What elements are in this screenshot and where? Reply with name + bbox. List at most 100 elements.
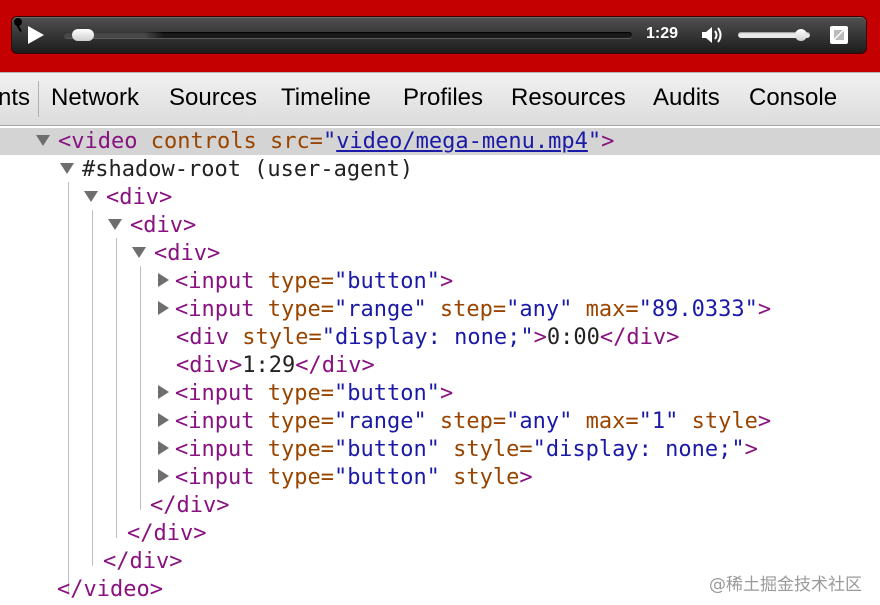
tab-divider	[38, 81, 39, 117]
expand-arrow-icon[interactable]	[84, 190, 98, 202]
expand-arrow-icon[interactable]	[108, 218, 122, 230]
tag-name: <input	[175, 297, 255, 322]
shadow-root-label: #shadow-root (user-agent)	[82, 157, 414, 182]
fullscreen-button[interactable]	[830, 26, 848, 44]
attribute-name: step=	[426, 409, 507, 434]
attribute-name: type=	[254, 465, 334, 490]
tree-node-closing-div[interactable]: </div>	[127, 520, 206, 548]
collapse-arrow-icon[interactable]	[158, 273, 169, 287]
tree-node-div[interactable]: <div>	[84, 184, 172, 212]
pin-icon	[14, 18, 22, 26]
tree-guide-line	[68, 182, 69, 594]
tab-sources[interactable]: Sources	[169, 84, 257, 112]
expand-arrow-icon[interactable]	[60, 162, 74, 174]
attribute-value: "button"	[333, 269, 440, 294]
attribute-name: type=	[254, 437, 334, 462]
volume-icon[interactable]	[700, 25, 724, 45]
tag-name: <div>	[176, 353, 243, 378]
tree-node-input[interactable]: <input type="button">	[156, 380, 453, 408]
attribute-name: src=	[256, 129, 323, 154]
tag-name: <div>	[106, 185, 173, 210]
current-time-display: 1:29	[646, 25, 679, 42]
tree-node-input[interactable]: <input type="button" style>	[156, 464, 533, 492]
tree-node-div[interactable]: <div>	[108, 212, 196, 240]
tag-name: <input	[175, 437, 255, 462]
tag-name: <input	[175, 409, 255, 434]
attribute-name: type=	[254, 409, 334, 434]
tree-node-input[interactable]: <input type="button" style="display: non…	[156, 436, 758, 464]
tag-bracket: >	[601, 129, 615, 154]
collapse-arrow-icon[interactable]	[158, 301, 169, 315]
play-button[interactable]	[28, 26, 44, 44]
attribute-value: "range"	[333, 297, 427, 322]
attribute-value: "button"	[333, 381, 440, 406]
expand-arrow-icon[interactable]	[132, 246, 146, 258]
attribute-value: "89.0333"	[638, 297, 758, 322]
tag-bracket: >	[533, 325, 547, 350]
attribute-value: "any"	[506, 297, 573, 322]
tag-name: <div>	[130, 213, 197, 238]
tree-node-video[interactable]: <video controls src="video/mega-menu.mp4…	[36, 128, 614, 156]
attribute-quote: "	[322, 129, 337, 154]
tree-guide-line	[140, 266, 141, 510]
tab-timeline[interactable]: Timeline	[281, 84, 371, 112]
timeline-slider[interactable]	[64, 29, 632, 41]
attribute-name: style=	[439, 437, 533, 462]
devtools-tab-bar: nts Network Sources Timeline Profiles Re…	[0, 72, 880, 126]
closing-tag: </div>	[295, 353, 375, 378]
tree-node-input[interactable]: <input type="button">	[156, 268, 453, 296]
tree-node-shadow-root[interactable]: #shadow-root (user-agent)	[60, 156, 413, 184]
tree-node-closing-div[interactable]: </div>	[150, 492, 229, 520]
tab-resources[interactable]: Resources	[511, 84, 626, 112]
attribute-name: type=	[254, 269, 334, 294]
collapse-arrow-icon[interactable]	[158, 413, 169, 427]
volume-thumb[interactable]	[795, 29, 807, 41]
tree-node-closing-video[interactable]: </video>	[57, 576, 163, 604]
attribute-value: "any"	[506, 409, 573, 434]
tree-guide-line	[116, 238, 117, 538]
tag-bracket: >	[519, 465, 533, 490]
video-area: 1:29	[0, 0, 880, 72]
attribute-quote: "	[587, 129, 602, 154]
tag-name: <div>	[154, 241, 221, 266]
tag-bracket: >	[744, 437, 758, 462]
video-src-link[interactable]: video/mega-menu.mp4	[336, 129, 588, 154]
attribute-name: max=	[572, 409, 639, 434]
volume-slider[interactable]	[738, 29, 810, 41]
attribute-value: "range"	[333, 409, 427, 434]
tree-node-input[interactable]: <input type="range" step="any" max="89.0…	[156, 296, 771, 324]
tree-node-div[interactable]: <div>	[132, 240, 220, 268]
tree-node-div[interactable]: <div>1:29</div>	[176, 352, 375, 380]
tab-network[interactable]: Network	[51, 84, 139, 112]
expand-arrow-icon[interactable]	[36, 134, 50, 146]
tree-node-closing-div[interactable]: </div>	[103, 548, 182, 576]
collapse-arrow-icon[interactable]	[158, 441, 169, 455]
attribute-name: style	[439, 465, 520, 490]
attribute-name: max=	[572, 297, 639, 322]
tab-elements-partial[interactable]: nts	[0, 84, 30, 112]
tag-name: <video	[58, 129, 138, 154]
node-text: 1:29	[242, 353, 296, 378]
tree-node-div[interactable]: <div style="display: none;">0:00</div>	[176, 324, 679, 352]
collapse-arrow-icon[interactable]	[158, 469, 169, 483]
attribute-value: "1"	[638, 409, 679, 434]
timeline-thumb[interactable]	[72, 29, 95, 41]
closing-tag: </div>	[150, 493, 230, 518]
tag-name: <div	[176, 325, 229, 350]
tree-node-input[interactable]: <input type="range" step="any" max="1" s…	[156, 408, 771, 436]
timeline-buffer	[64, 32, 632, 38]
tab-console[interactable]: Console	[749, 84, 837, 112]
tag-bracket: >	[757, 409, 772, 434]
tag-bracket: >	[439, 381, 454, 406]
video-controls-bar: 1:29	[12, 17, 866, 53]
attribute-value: "display: none;"	[532, 437, 745, 462]
tab-profiles[interactable]: Profiles	[403, 84, 483, 112]
tab-audits[interactable]: Audits	[653, 84, 720, 112]
tag-bracket: >	[439, 269, 454, 294]
collapse-arrow-icon[interactable]	[158, 385, 169, 399]
attribute-value: "display: none;"	[321, 325, 534, 350]
elements-tree: <video controls src="video/mega-menu.mp4…	[0, 128, 880, 605]
watermark: @稀土掘金技术社区	[709, 575, 862, 595]
tree-guide-line	[92, 210, 93, 566]
attribute-value: "button"	[333, 465, 440, 490]
